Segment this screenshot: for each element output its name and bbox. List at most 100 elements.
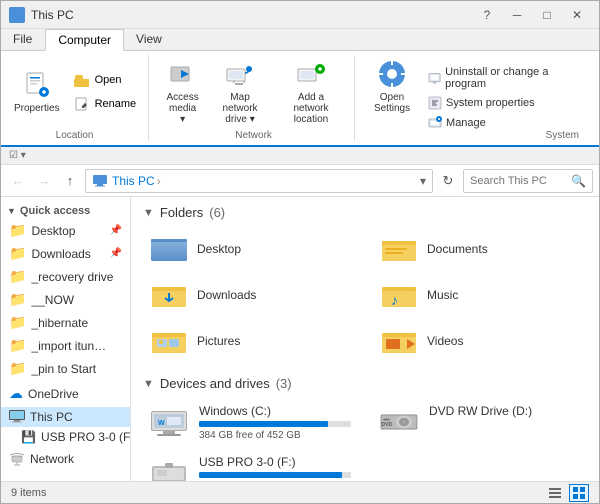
folder-icon: 📁 bbox=[9, 245, 26, 262]
ribbon-network-items: Accessmedia ▾ Map networkdrive ▾ bbox=[161, 55, 346, 128]
addressbar: ← → ↑ This PC › ▾ ↻ 🔍 bbox=[1, 165, 599, 197]
sidebar-item-onedrive[interactable]: ☁ OneDrive bbox=[1, 382, 130, 405]
folder-item-videos[interactable]: Videos bbox=[373, 320, 587, 362]
manage-icon bbox=[428, 116, 442, 130]
folders-count: (6) bbox=[209, 205, 225, 220]
open-button[interactable]: Open bbox=[69, 69, 141, 91]
ribbon-group-network: Accessmedia ▾ Map networkdrive ▾ bbox=[161, 55, 355, 141]
folder-icon: 📁 bbox=[9, 337, 26, 354]
address-box[interactable]: This PC › ▾ bbox=[85, 169, 433, 193]
videos-folder-icon bbox=[379, 325, 419, 357]
properties-button[interactable]: Properties bbox=[9, 66, 65, 117]
statusbar-view-controls bbox=[545, 484, 589, 502]
folder-item-documents[interactable]: Documents bbox=[373, 228, 587, 270]
folder-item-downloads[interactable]: Downloads bbox=[143, 274, 357, 316]
downloads-folder-label: Downloads bbox=[197, 288, 256, 302]
system-properties-button[interactable]: System properties bbox=[425, 95, 586, 111]
refresh-button[interactable]: ↻ bbox=[437, 170, 459, 192]
folder-icon: 📁 bbox=[9, 314, 26, 331]
close-button[interactable]: ✕ bbox=[563, 5, 591, 25]
sidebar-item-desktop[interactable]: 📁 Desktop 📌 bbox=[1, 219, 130, 242]
sidebar-item-network[interactable]: Network bbox=[1, 449, 130, 469]
sidebar-item-hibernate[interactable]: 📁 _hibernate bbox=[1, 311, 130, 334]
downloads-folder-icon bbox=[149, 279, 189, 311]
rename-label: Rename bbox=[95, 98, 137, 110]
documents-folder-label: Documents bbox=[427, 242, 488, 256]
svg-text:W: W bbox=[158, 420, 165, 427]
access-media-button[interactable]: Accessmedia ▾ bbox=[161, 55, 204, 128]
forward-button[interactable]: → bbox=[33, 170, 55, 192]
sidebar-pin-label: _pin to Start bbox=[31, 362, 96, 376]
access-media-label: Accessmedia ▾ bbox=[166, 92, 199, 125]
rename-button[interactable]: Rename bbox=[69, 93, 141, 115]
sidebar-this-pc-label: This PC bbox=[30, 410, 73, 424]
quick-access-header[interactable]: ▼ Quick access bbox=[1, 201, 130, 219]
folder-item-pictures[interactable]: Pictures bbox=[143, 320, 357, 362]
svg-text:DVD: DVD bbox=[382, 422, 393, 428]
tab-computer[interactable]: Computer bbox=[45, 29, 124, 51]
map-network-button[interactable]: Map networkdrive ▾ bbox=[208, 55, 272, 128]
folder-item-music[interactable]: ♪ Music bbox=[373, 274, 587, 316]
system-right-items: Uninstall or change a program System pro… bbox=[417, 55, 586, 141]
add-network-button[interactable]: Add a networklocation bbox=[276, 55, 346, 128]
sidebar-item-usb-pro[interactable]: 💾 USB PRO 3-0 (F:) bbox=[1, 427, 130, 447]
sidebar-itunes-label: _import itunes groo bbox=[31, 339, 111, 353]
sidebar-item-import-itunes[interactable]: 📁 _import itunes groo bbox=[1, 334, 130, 357]
windows-c-progress bbox=[199, 421, 351, 427]
pin-icon: 📌 bbox=[110, 248, 122, 259]
sidebar-item-downloads[interactable]: 📁 Downloads 📌 bbox=[1, 242, 130, 265]
system-properties-icon bbox=[428, 96, 442, 110]
view-large-icons-button[interactable] bbox=[569, 484, 589, 502]
music-folder-label: Music bbox=[427, 288, 458, 302]
sidebar-section-this-pc: This PC 💾 USB PRO 3-0 (F:) bbox=[1, 407, 130, 447]
uninstall-icon bbox=[428, 71, 441, 85]
device-item-windows-c[interactable]: W Windows (C:) 384 GB free of 452 GB bbox=[143, 399, 357, 446]
manage-button[interactable]: Manage bbox=[425, 115, 586, 131]
devices-grid: W Windows (C:) 384 GB free of 452 GB bbox=[143, 399, 587, 481]
view-details-button[interactable] bbox=[545, 484, 565, 502]
folder-item-desktop[interactable]: Desktop bbox=[143, 228, 357, 270]
folders-title: Folders bbox=[160, 205, 203, 220]
windows-c-bar bbox=[199, 421, 328, 427]
devices-section-header: ▼ Devices and drives (3) bbox=[143, 376, 587, 391]
device-item-dvd-rw[interactable]: DVD DVD RW Drive (D:) bbox=[373, 399, 587, 446]
maximize-button[interactable]: □ bbox=[533, 5, 561, 25]
usb-pro-icon bbox=[149, 455, 189, 481]
address-dropdown-arrow[interactable]: ▾ bbox=[420, 174, 426, 188]
sidebar-hibernate-label: _hibernate bbox=[31, 316, 88, 330]
sidebar-network-label: Network bbox=[30, 452, 74, 466]
ribbon-group-location: Properties Open Rename bbox=[9, 55, 149, 141]
map-network-label: Map networkdrive ▾ bbox=[213, 92, 267, 125]
back-button[interactable]: ← bbox=[7, 170, 29, 192]
devices-count: (3) bbox=[276, 376, 292, 391]
search-box[interactable]: 🔍 bbox=[463, 169, 593, 193]
ribbon-tabs: File Computer View bbox=[1, 29, 599, 51]
minimize-button[interactable]: ─ bbox=[503, 5, 531, 25]
devices-collapse-arrow[interactable]: ▼ bbox=[143, 378, 154, 390]
ribbon-group-system: OpenSettings Uninstall or change a progr… bbox=[367, 55, 587, 141]
quick-toolbar-checkbox: ☑ ▾ bbox=[9, 150, 26, 161]
folders-collapse-arrow[interactable]: ▼ bbox=[143, 207, 154, 219]
sidebar-item-now[interactable]: 📁 __NOW bbox=[1, 288, 130, 311]
desktop-folder-label: Desktop bbox=[197, 242, 241, 256]
title-bar: This PC ? ─ □ ✕ bbox=[1, 1, 599, 29]
folders-section-header: ▼ Folders (6) bbox=[143, 205, 587, 220]
tab-view[interactable]: View bbox=[124, 29, 175, 50]
uninstall-button[interactable]: Uninstall or change a program bbox=[425, 65, 586, 91]
open-label: Open bbox=[95, 74, 122, 86]
quick-access-collapse-icon: ▼ bbox=[7, 206, 16, 216]
folders-grid: Desktop Documents bbox=[143, 228, 587, 362]
tab-file[interactable]: File bbox=[1, 29, 45, 50]
details-view-icon bbox=[548, 486, 562, 500]
videos-folder-label: Videos bbox=[427, 334, 463, 348]
sidebar-item-this-pc[interactable]: This PC bbox=[1, 407, 130, 427]
device-item-usb-pro[interactable]: USB PRO 3-0 (F:) 54.3 GB free of 57.6 GB bbox=[143, 450, 357, 481]
sidebar-item-pin-to-start[interactable]: 📁 _pin to Start bbox=[1, 357, 130, 380]
sidebar-section-onedrive: ☁ OneDrive bbox=[1, 382, 130, 405]
help-button[interactable]: ? bbox=[473, 5, 501, 25]
open-settings-button[interactable]: OpenSettings bbox=[367, 55, 417, 117]
sidebar-item-recovery[interactable]: 📁 _recovery drive bbox=[1, 265, 130, 288]
up-button[interactable]: ↑ bbox=[59, 170, 81, 192]
search-input[interactable] bbox=[470, 175, 569, 187]
sidebar-onedrive-label: OneDrive bbox=[28, 387, 79, 401]
